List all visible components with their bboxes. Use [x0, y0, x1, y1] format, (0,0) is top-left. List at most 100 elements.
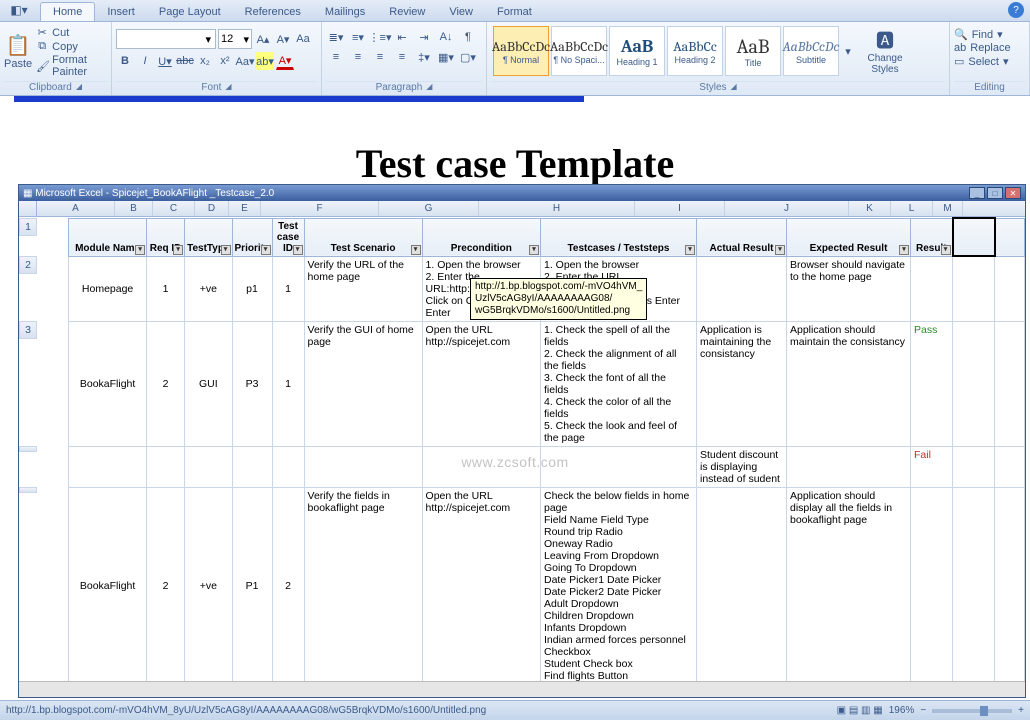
filter-icon[interactable]: ▾: [411, 245, 421, 255]
cut-button[interactable]: ✂Cut: [36, 26, 107, 39]
select-all-corner[interactable]: [19, 201, 37, 216]
superscript-button[interactable]: x²: [216, 52, 234, 70]
line-spacing-button[interactable]: ‡▾: [414, 48, 434, 66]
row-header[interactable]: [19, 446, 37, 452]
tab-view[interactable]: View: [437, 3, 485, 21]
font-launcher[interactable]: ◢: [225, 82, 231, 93]
font-size-combo[interactable]: 12▾: [218, 29, 252, 49]
col-A[interactable]: A: [37, 201, 115, 216]
col-B[interactable]: B: [115, 201, 153, 216]
filter-icon[interactable]: ▾: [221, 245, 231, 255]
column-headers[interactable]: A B C D E F G H I J K L M: [19, 201, 1025, 217]
copy-button[interactable]: ⧉Copy: [36, 40, 107, 53]
zoom-level[interactable]: 196%: [889, 705, 915, 716]
col-K[interactable]: K: [849, 201, 891, 216]
style-heading2[interactable]: AaBbCcHeading 2: [667, 26, 723, 76]
increase-indent-button[interactable]: ⇥: [414, 28, 434, 46]
numbering-button[interactable]: ≡▾: [348, 28, 368, 46]
underline-button[interactable]: U▾: [156, 52, 174, 70]
col-H[interactable]: H: [479, 201, 635, 216]
col-J[interactable]: J: [725, 201, 849, 216]
clear-formatting-button[interactable]: Aa: [294, 30, 312, 48]
shrink-font-button[interactable]: A▾: [274, 30, 292, 48]
tab-format[interactable]: Format: [485, 3, 544, 21]
col-D[interactable]: D: [195, 201, 229, 216]
paste-button[interactable]: 📋 Paste: [4, 24, 32, 78]
help-icon[interactable]: ?: [1008, 2, 1024, 18]
font-color-button[interactable]: A▾: [276, 52, 294, 70]
align-right-button[interactable]: ≡: [370, 48, 390, 66]
zoom-out-button[interactable]: −: [920, 705, 926, 716]
align-left-button[interactable]: ≡: [326, 48, 346, 66]
select-button[interactable]: ▭Select ▾: [954, 55, 1025, 68]
decrease-indent-button[interactable]: ⇤: [392, 28, 412, 46]
multilevel-button[interactable]: ⋮≡▾: [370, 28, 390, 46]
show-marks-button[interactable]: ¶: [458, 28, 478, 46]
style-no-spacing[interactable]: AaBbCcDc¶ No Spaci...: [551, 26, 607, 76]
table-row[interactable]: BookaFlight 2 +ve P1 2 Verify the fields…: [19, 487, 1025, 681]
style-subtitle[interactable]: AaBbCcDcSubtitle: [783, 26, 839, 76]
row-1-header[interactable]: 1: [19, 218, 37, 236]
table-row[interactable]: 3 BookaFlight 2 GUI P3 1 Verify the GUI …: [19, 321, 1025, 446]
change-case-button[interactable]: Aa▾: [236, 52, 254, 70]
highlight-button[interactable]: ab▾: [256, 52, 274, 70]
shading-button[interactable]: ▦▾: [436, 48, 456, 66]
col-M[interactable]: M: [933, 201, 963, 216]
filter-icon[interactable]: ▾: [293, 245, 303, 255]
tab-page-layout[interactable]: Page Layout: [147, 3, 233, 21]
filter-icon[interactable]: ▾: [899, 245, 909, 255]
maximize-button[interactable]: □: [987, 187, 1003, 199]
style-gallery[interactable]: AaBbCcDc¶ Normal AaBbCcDc¶ No Spaci... A…: [491, 24, 945, 78]
filter-icon[interactable]: ▾: [529, 245, 539, 255]
grow-font-button[interactable]: A▴: [254, 30, 272, 48]
tab-references[interactable]: References: [233, 3, 313, 21]
col-E[interactable]: E: [229, 201, 261, 216]
find-button[interactable]: 🔍Find ▾: [954, 28, 1025, 41]
filter-icon[interactable]: ▾: [775, 245, 785, 255]
col-G[interactable]: G: [379, 201, 479, 216]
zoom-in-button[interactable]: +: [1018, 705, 1024, 716]
col-L[interactable]: L: [891, 201, 933, 216]
tab-mailings[interactable]: Mailings: [313, 3, 377, 21]
excel-titlebar[interactable]: ▦ Microsoft Excel - Spicejet_BookAFlight…: [19, 185, 1025, 201]
styles-more-button[interactable]: ▾: [841, 26, 855, 76]
style-title[interactable]: AaBTitle: [725, 26, 781, 76]
filter-icon[interactable]: ▾: [941, 245, 951, 255]
col-I[interactable]: I: [635, 201, 725, 216]
bold-button[interactable]: B: [116, 52, 134, 70]
filter-icon[interactable]: ▾: [685, 245, 695, 255]
style-normal[interactable]: AaBbCcDc¶ Normal: [493, 26, 549, 76]
col-C[interactable]: C: [153, 201, 195, 216]
paragraph-launcher[interactable]: ◢: [426, 82, 432, 93]
align-center-button[interactable]: ≡: [348, 48, 368, 66]
excel-hscrollbar[interactable]: [19, 681, 1025, 697]
minimize-button[interactable]: _: [969, 187, 985, 199]
row-header[interactable]: 2: [19, 256, 37, 274]
table-row[interactable]: Student discount is displaying instead o…: [19, 446, 1025, 487]
bullets-button[interactable]: ≣▾: [326, 28, 346, 46]
justify-button[interactable]: ≡: [392, 48, 412, 66]
row-header[interactable]: [19, 487, 37, 493]
replace-button[interactable]: abReplace: [954, 42, 1025, 54]
office-button[interactable]: ◧▾: [2, 0, 36, 20]
clipboard-launcher[interactable]: ◢: [76, 82, 82, 93]
zoom-slider[interactable]: [932, 709, 1012, 713]
row-header[interactable]: 3: [19, 321, 37, 339]
change-styles-button[interactable]: 🅰 Change Styles: [861, 27, 909, 75]
tab-review[interactable]: Review: [377, 3, 437, 21]
sort-button[interactable]: A↓: [436, 28, 456, 46]
italic-button[interactable]: I: [136, 52, 154, 70]
filter-icon[interactable]: ▾: [261, 245, 271, 255]
style-heading1[interactable]: AaBHeading 1: [609, 26, 665, 76]
tab-home[interactable]: Home: [40, 2, 95, 21]
filter-icon[interactable]: ▾: [135, 245, 145, 255]
tab-insert[interactable]: Insert: [95, 3, 147, 21]
styles-launcher[interactable]: ◢: [731, 82, 737, 93]
format-painter-button[interactable]: 🖌Format Painter: [36, 54, 107, 78]
subscript-button[interactable]: x₂: [196, 52, 214, 70]
filter-icon[interactable]: ▾: [173, 245, 183, 255]
close-button[interactable]: ✕: [1005, 187, 1021, 199]
borders-button[interactable]: ▢▾: [458, 48, 478, 66]
col-F[interactable]: F: [261, 201, 379, 216]
font-name-combo[interactable]: ▾: [116, 29, 216, 49]
